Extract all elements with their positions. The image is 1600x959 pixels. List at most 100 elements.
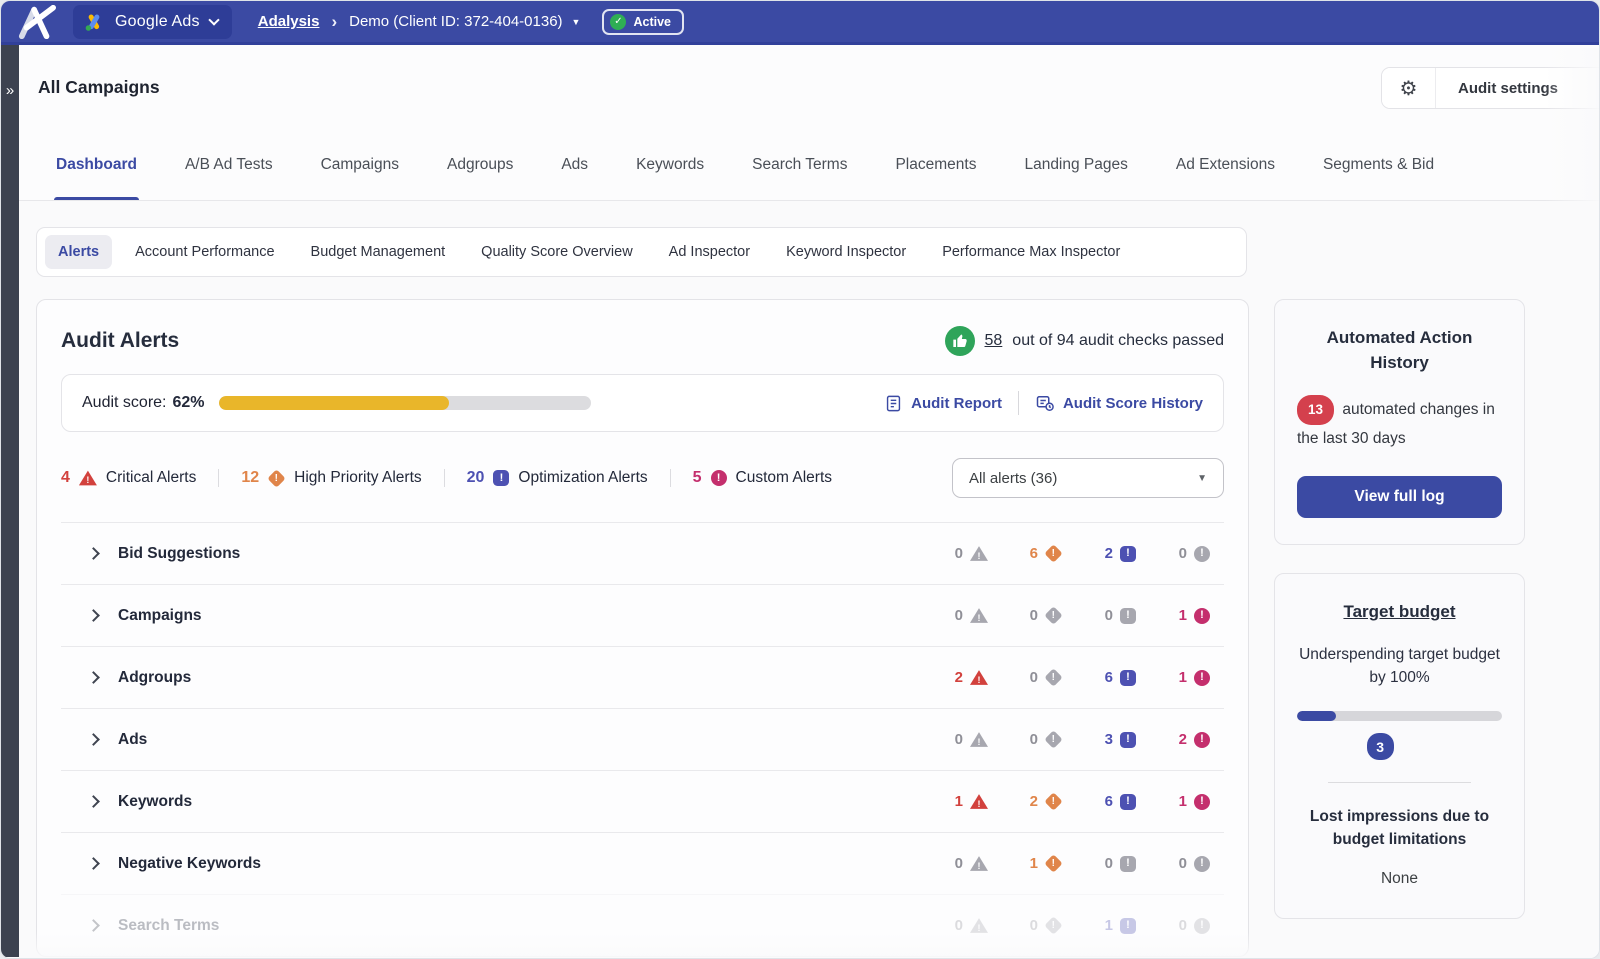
- chevron-down-icon: [208, 14, 219, 25]
- subtab[interactable]: Account Performance: [122, 235, 287, 269]
- chevron-right-icon: [87, 919, 100, 932]
- automated-changes-badge: 13: [1297, 395, 1334, 425]
- audit-score-history-link[interactable]: Audit Score History: [1035, 393, 1203, 413]
- alert-counts: 0! 0! 3! 2!: [914, 731, 1210, 748]
- alert-summary-item[interactable]: 20 ! Optimization Alerts: [444, 469, 648, 487]
- thumbs-up-icon: [945, 326, 975, 356]
- critical-count: 0!: [914, 917, 988, 934]
- check-icon: ✓: [610, 14, 626, 30]
- high-priority-count: 6!: [988, 545, 1062, 562]
- view-full-log-button[interactable]: View full log: [1297, 476, 1502, 518]
- page-title: All Campaigns: [38, 77, 160, 98]
- chevron-right-icon: [87, 795, 100, 808]
- audit-score-box: Audit score: 62% Audit Report: [61, 374, 1224, 432]
- critical-count: 2!: [914, 669, 988, 686]
- tab[interactable]: Placements: [895, 129, 976, 200]
- main-tabbar: Dashboard A/B Ad Tests Campaigns Adgroup…: [19, 129, 1599, 201]
- checks-passed-link[interactable]: 58: [985, 332, 1003, 350]
- alert-counts: 2! 0! 6! 1!: [914, 669, 1210, 686]
- lost-impressions-value: None: [1297, 870, 1502, 888]
- tab[interactable]: A/B Ad Tests: [185, 129, 273, 200]
- critical-count: 0!: [914, 545, 988, 562]
- target-budget-card: Target budget Underspending target budge…: [1274, 573, 1525, 919]
- critical-triangle-icon: !: [970, 794, 988, 810]
- alert-category-row[interactable]: Campaigns 0! 0! 0!: [61, 584, 1224, 646]
- alert-summary-count: 12: [241, 469, 259, 487]
- tab[interactable]: Keywords: [636, 129, 704, 200]
- tab[interactable]: Adgroups: [447, 129, 513, 200]
- alert-category-row[interactable]: Bid Suggestions 0! 6! 2!: [61, 522, 1224, 584]
- alert-type-icon: !: [267, 469, 285, 487]
- high-priority-diamond-icon: !: [1044, 854, 1062, 872]
- alert-category-row[interactable]: Search Terms 0! 0! 1!: [61, 894, 1224, 956]
- tab-label: Search Terms: [752, 156, 847, 174]
- target-budget-title[interactable]: Target budget: [1297, 600, 1502, 625]
- alert-category-label: Adgroups: [118, 669, 191, 687]
- app-window: Google Ads Adalysis › Demo (Client ID: 3…: [0, 0, 1600, 959]
- account-selector[interactable]: Demo (Client ID: 372-404-0136) ▼: [349, 13, 580, 30]
- alert-category-row[interactable]: Negative Keywords 0! 1! 0!: [61, 832, 1224, 894]
- status-badge: ✓ Active: [602, 9, 684, 35]
- alert-counts: 0! 6! 2! 0!: [914, 545, 1210, 562]
- alert-summary-item[interactable]: 5 ! Custom Alerts: [670, 469, 832, 487]
- alert-category-row[interactable]: Ads 0! 0! 3!: [61, 708, 1224, 770]
- right-sidebar: Automated Action History 13 automated ch…: [1274, 299, 1525, 919]
- audit-checks-summary: 58 out of 94 audit checks passed: [945, 326, 1225, 356]
- tab[interactable]: Dashboard: [56, 129, 137, 200]
- optimization-square-icon: !: [1120, 856, 1136, 872]
- tab[interactable]: Ads: [561, 129, 588, 200]
- high-priority-diamond-icon: !: [1044, 668, 1062, 686]
- action-history-title: Automated Action History: [1297, 326, 1502, 375]
- alert-type-icon: !: [493, 470, 509, 486]
- subtab[interactable]: Performance Max Inspector: [929, 235, 1133, 269]
- tab-label: Keywords: [636, 156, 704, 174]
- subtab[interactable]: Alerts: [45, 235, 112, 269]
- subtab[interactable]: Quality Score Overview: [468, 235, 646, 269]
- dashboard-subtabs: Alerts Account Performance Budget Manage…: [36, 227, 1247, 277]
- alerts-filter-dropdown[interactable]: All alerts (36) ▼: [952, 458, 1224, 498]
- subtab[interactable]: Keyword Inspector: [773, 235, 919, 269]
- audit-settings-button[interactable]: Audit settings: [1436, 68, 1580, 108]
- alert-type-icon: !: [711, 470, 727, 486]
- high-priority-count: 0!: [988, 669, 1062, 686]
- tab-label: Ad Extensions: [1176, 156, 1275, 174]
- tab[interactable]: Landing Pages: [1024, 129, 1127, 200]
- alert-category-label: Negative Keywords: [118, 855, 261, 873]
- alert-category-label: Bid Suggestions: [118, 545, 240, 563]
- subtab[interactable]: Ad Inspector: [656, 235, 763, 269]
- breadcrumb: Adalysis › Demo (Client ID: 372-404-0136…: [258, 12, 581, 32]
- audit-settings-group: ⚙ Audit settings: [1381, 67, 1599, 109]
- checks-passed-text: out of 94 audit checks passed: [1012, 332, 1224, 350]
- alert-summary-count: 20: [467, 469, 485, 487]
- alert-category-label: Keywords: [118, 793, 192, 811]
- breadcrumb-link-adalysis[interactable]: Adalysis: [258, 13, 320, 30]
- alert-category-row[interactable]: Keywords 1! 2! 6!: [61, 770, 1224, 832]
- subtab[interactable]: Budget Management: [298, 235, 459, 269]
- alert-summary-label: Critical Alerts: [106, 469, 196, 487]
- google-ads-selector[interactable]: Google Ads: [73, 5, 232, 39]
- sidebar-collapse-strip[interactable]: »: [1, 45, 19, 957]
- alert-category-row[interactable]: Adgroups 2! 0! 6!: [61, 646, 1224, 708]
- alert-counts: 0! 0! 1! 0!: [914, 917, 1210, 934]
- tab[interactable]: Ad Extensions: [1176, 129, 1275, 200]
- custom-count: 1!: [1136, 669, 1210, 686]
- adalysis-logo-svg: [18, 5, 56, 39]
- critical-triangle-icon: !: [970, 856, 988, 872]
- custom-count: 2!: [1136, 731, 1210, 748]
- tab[interactable]: Segments & Bid: [1323, 129, 1434, 200]
- tab[interactable]: Search Terms: [752, 129, 847, 200]
- critical-count: 0!: [914, 855, 988, 872]
- adalysis-logo-icon[interactable]: [15, 5, 59, 39]
- tab-label: Dashboard: [56, 156, 137, 174]
- alert-summary-item[interactable]: 4 ! Critical Alerts: [61, 469, 196, 487]
- top-navigation-bar: Google Ads Adalysis › Demo (Client ID: 3…: [1, 1, 1599, 45]
- alert-summary-item[interactable]: 12 ! High Priority Alerts: [218, 469, 421, 487]
- optimization-square-icon: !: [1120, 732, 1136, 748]
- audit-report-link[interactable]: Audit Report: [884, 394, 1002, 413]
- lost-impressions-title: Lost impressions due to budget limitatio…: [1297, 805, 1502, 852]
- page-content: All Campaigns ⚙ Audit settings Dashboard…: [19, 45, 1599, 957]
- expand-sidebar-icon[interactable]: »: [6, 83, 14, 957]
- settings-gear-button[interactable]: ⚙: [1382, 68, 1436, 108]
- tab[interactable]: Campaigns: [321, 129, 399, 200]
- optimization-square-icon: !: [1120, 794, 1136, 810]
